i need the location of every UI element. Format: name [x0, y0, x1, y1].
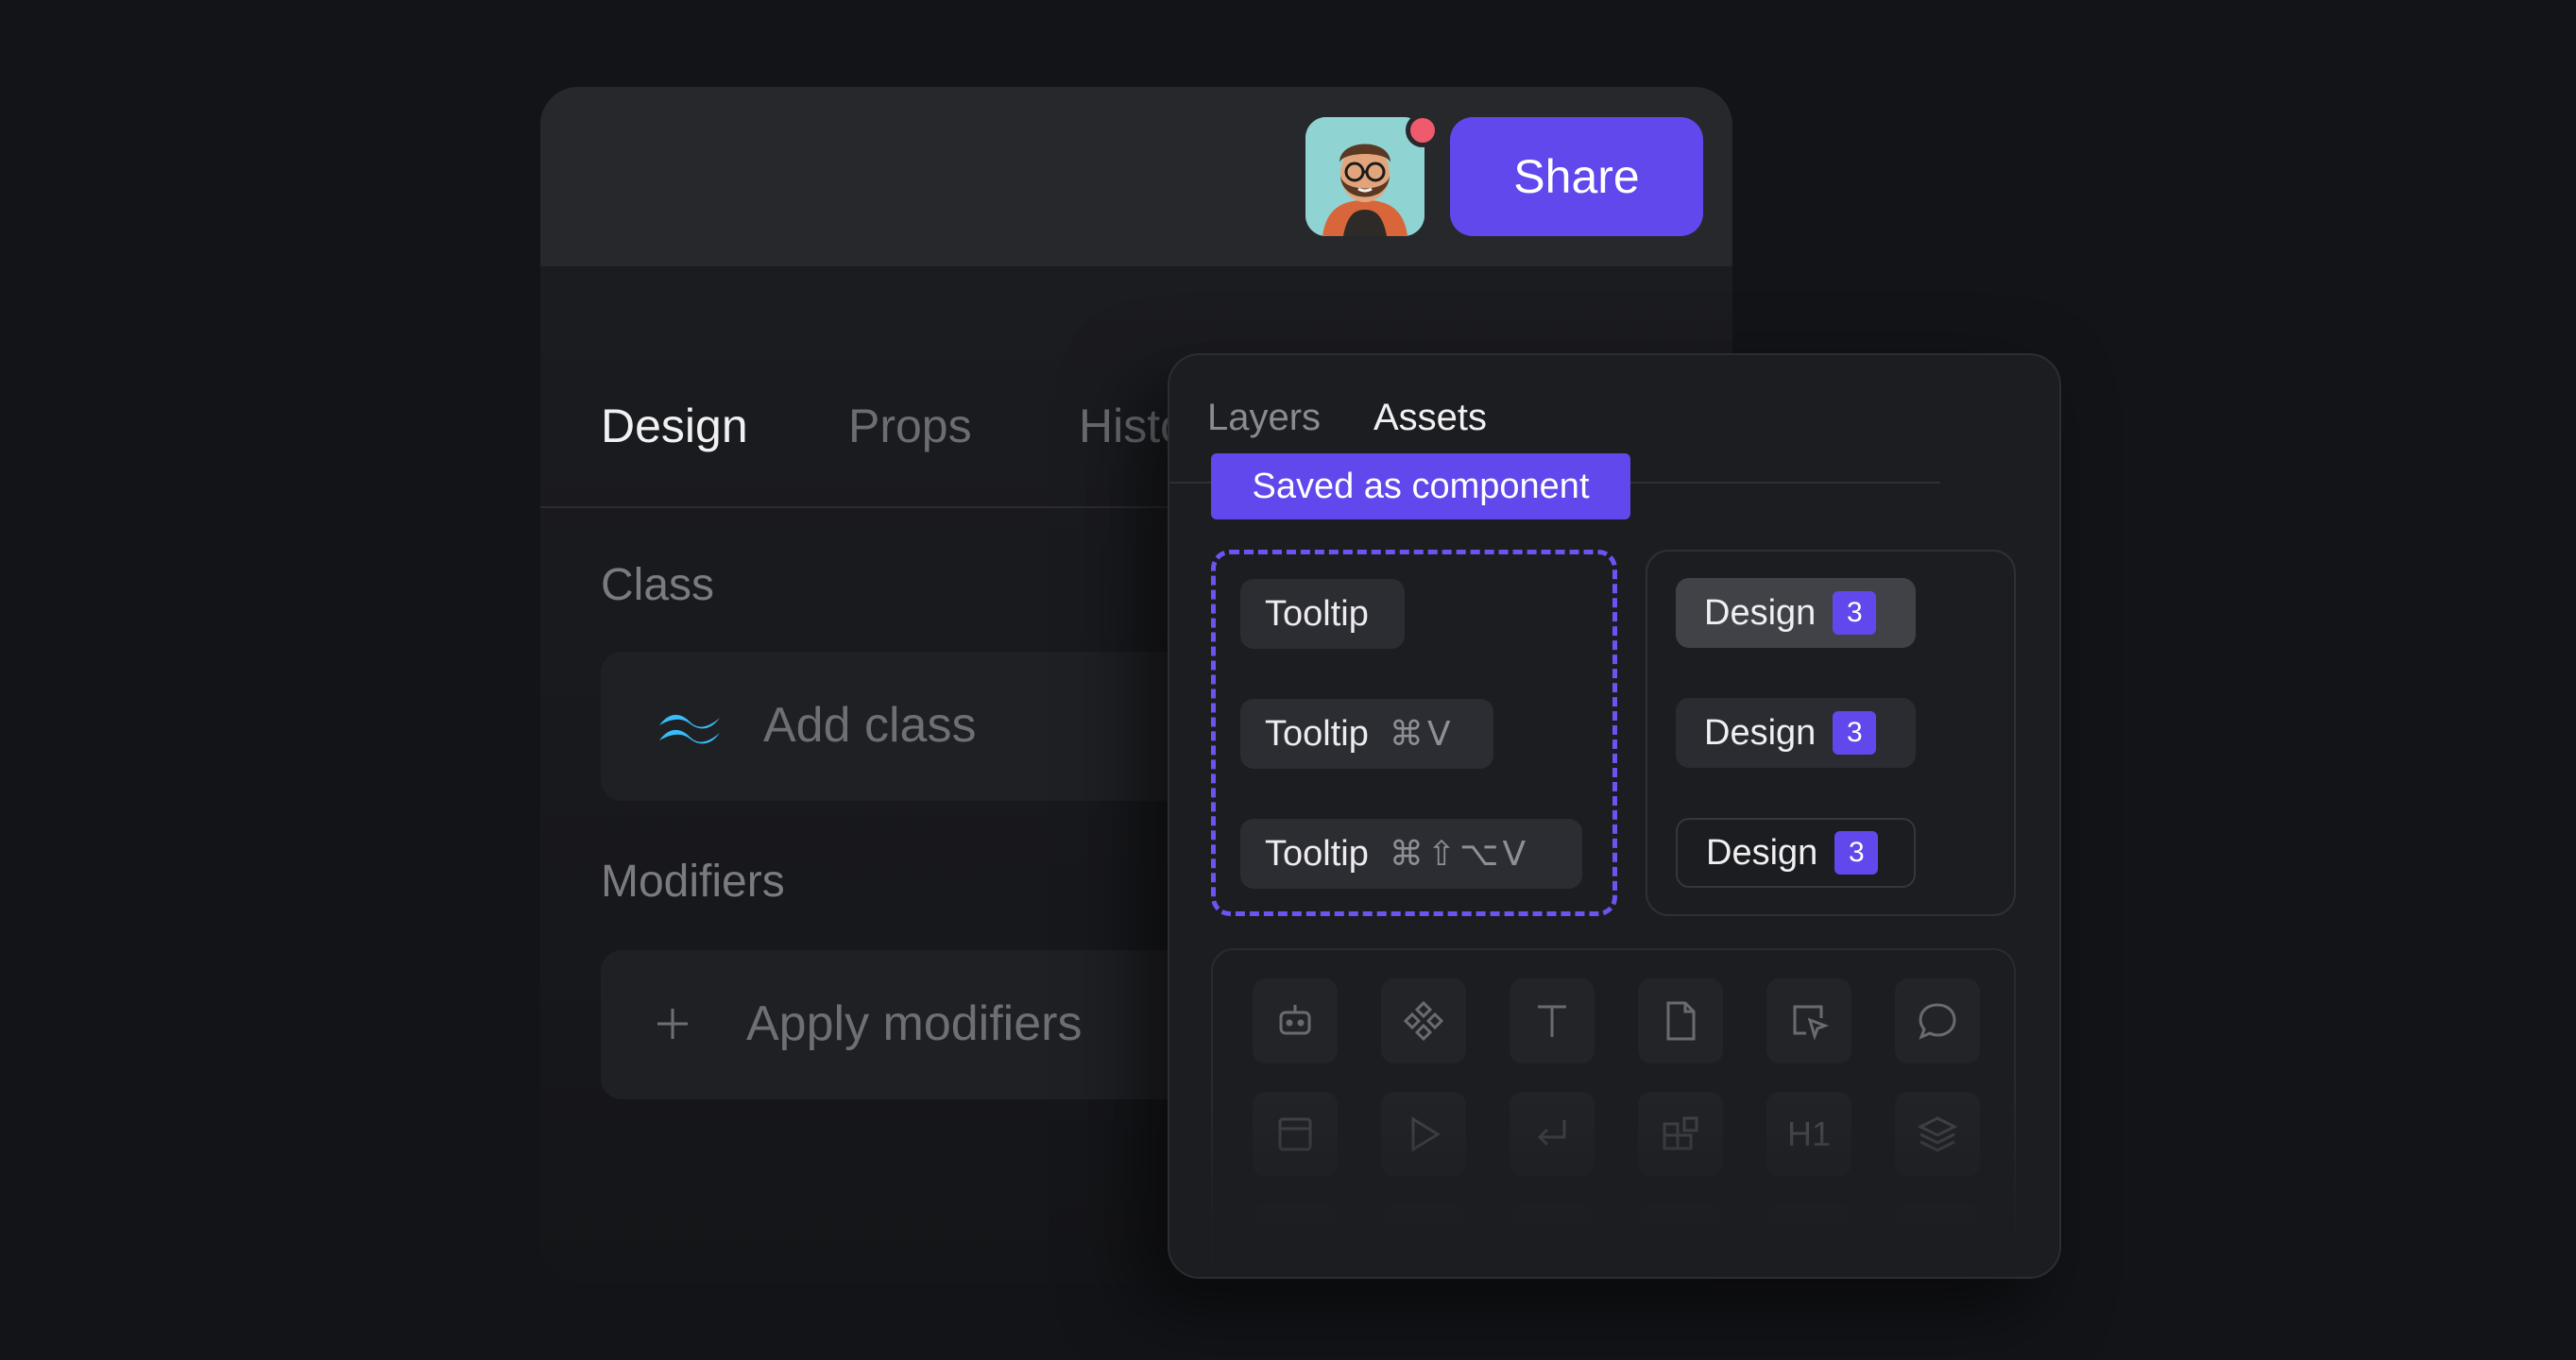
assets-panel: Layers Assets Saved as component Tooltip… [1168, 353, 2061, 1279]
tailwind-icon [659, 714, 720, 744]
robot-icon[interactable] [1253, 978, 1338, 1063]
plus-icon [657, 1009, 688, 1039]
file-icon[interactable] [1638, 978, 1723, 1063]
count-badge: 3 [1833, 591, 1877, 635]
tab-layers[interactable]: Layers [1207, 397, 1321, 439]
design-chip[interactable]: Design 3 [1676, 698, 1916, 768]
text-icon[interactable] [1510, 978, 1595, 1063]
tooltip-chip[interactable]: Tooltip ⌘V [1240, 699, 1493, 769]
saved-as-component-badge: Saved as component [1211, 453, 1630, 519]
modifiers-section-label: Modifiers [601, 857, 785, 907]
notification-dot [1406, 113, 1440, 147]
tooltip-chip[interactable]: Tooltip [1240, 579, 1405, 649]
cursor-select-icon[interactable] [1766, 978, 1851, 1063]
class-section-label: Class [601, 560, 715, 610]
tooltip-chip[interactable]: Tooltip ⌘⇧⌥V [1240, 819, 1582, 889]
tooltip-label: Tooltip [1265, 833, 1369, 874]
count-badge: 3 [1833, 711, 1877, 755]
tab-props[interactable]: Props [848, 399, 972, 453]
component-icon[interactable] [1381, 978, 1466, 1063]
tooltip-label: Tooltip [1265, 713, 1369, 754]
component-selection[interactable]: Tooltip Tooltip ⌘V Tooltip ⌘⇧⌥V [1211, 550, 1617, 916]
panel-header: Share [540, 87, 1732, 266]
user-avatar[interactable] [1305, 113, 1440, 236]
shortcut-keys: ⌘⇧⌥V [1389, 834, 1530, 874]
design-variants: Design 3 Design 3 Design 3 [1646, 550, 2016, 916]
design-label: Design [1706, 832, 1818, 873]
shortcut-keys: ⌘V [1389, 714, 1455, 754]
design-chip[interactable]: Design 3 [1676, 818, 1916, 888]
design-chip[interactable]: Design 3 [1676, 578, 1916, 648]
tooltip-label: Tooltip [1265, 593, 1369, 634]
panel-fade [1169, 1069, 2059, 1277]
tab-assets[interactable]: Assets [1373, 397, 1487, 439]
count-badge: 3 [1834, 831, 1879, 875]
design-label: Design [1704, 712, 1817, 753]
tab-design[interactable]: Design [601, 399, 748, 453]
share-button[interactable]: Share [1450, 117, 1703, 236]
comment-icon[interactable] [1895, 978, 1980, 1063]
design-label: Design [1704, 592, 1817, 633]
add-class-placeholder: Add class [763, 698, 977, 753]
apply-modifiers-placeholder: Apply modifiers [746, 996, 1083, 1051]
